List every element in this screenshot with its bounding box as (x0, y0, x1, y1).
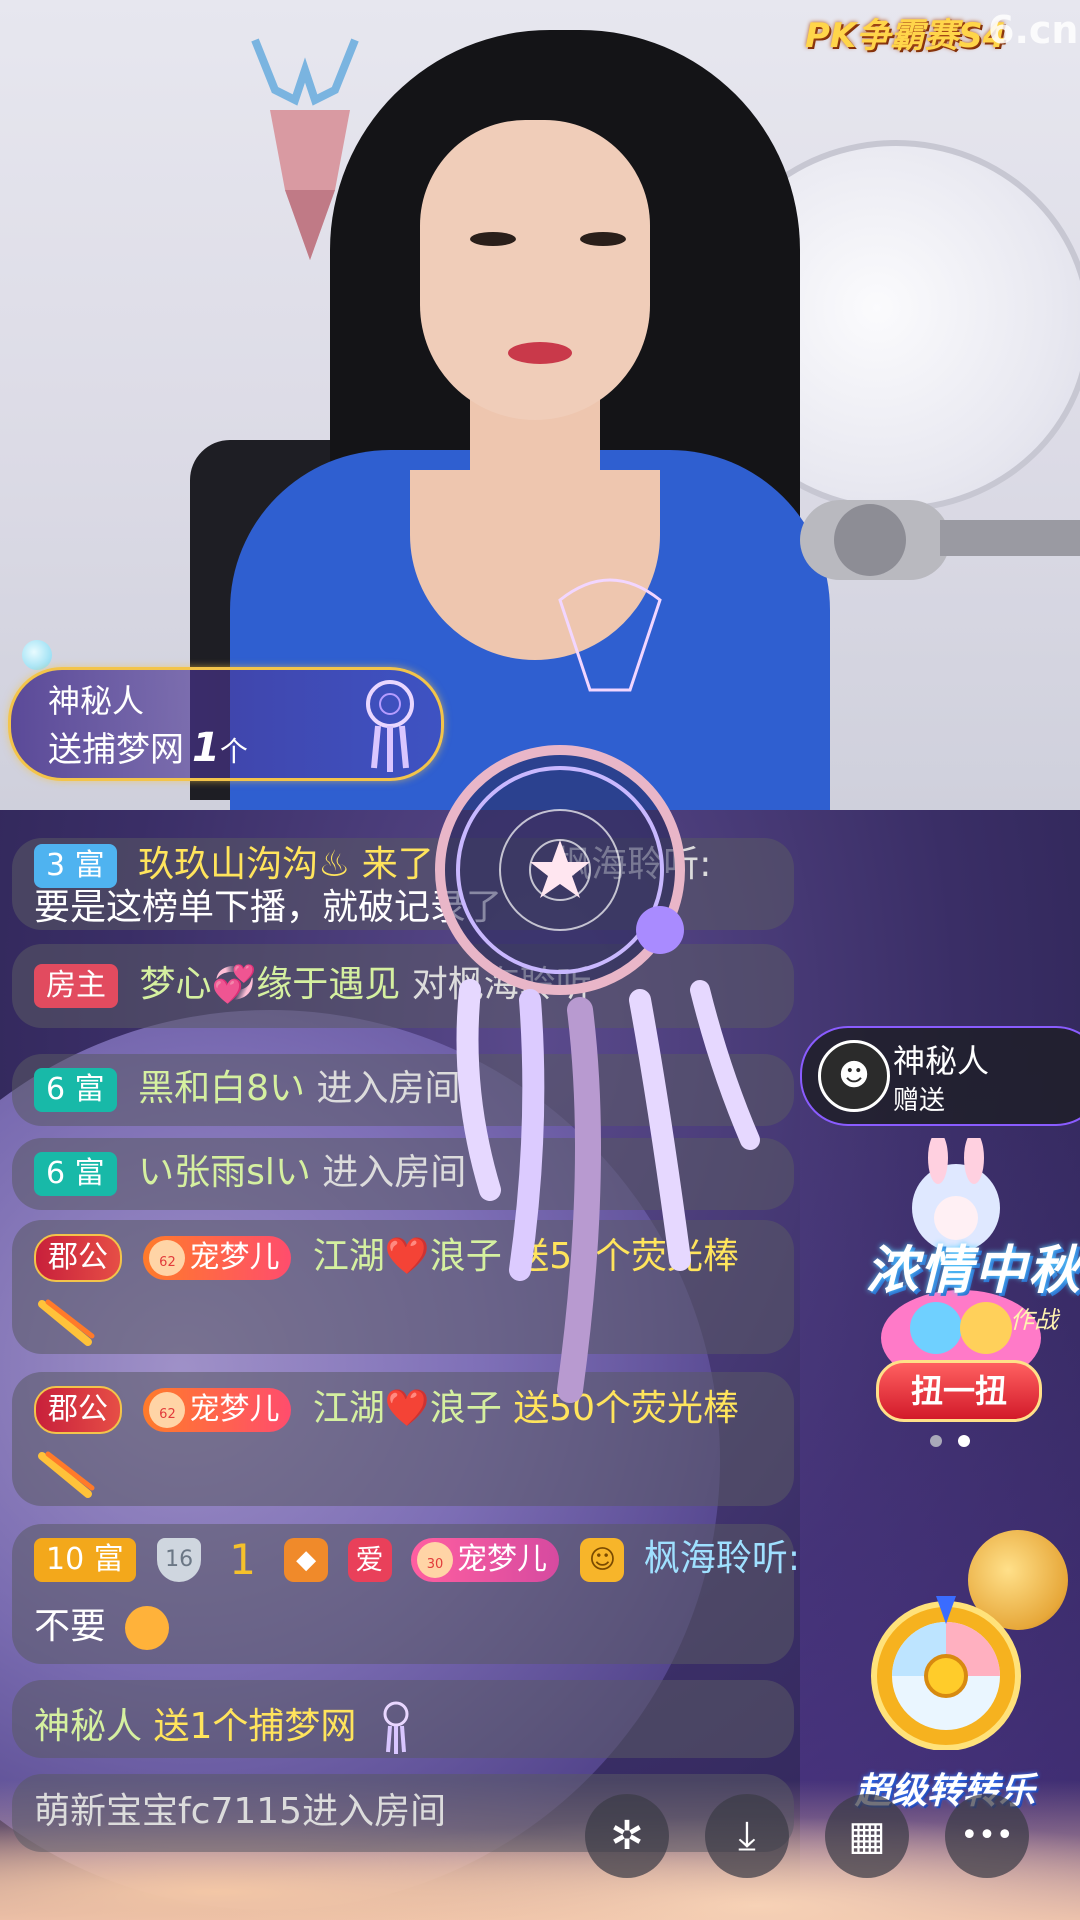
toast-sender: 神秘人 (48, 682, 145, 720)
sparkle-icon[interactable]: ✲ (585, 1794, 669, 1878)
noble-badge: 郡公 (34, 1234, 122, 1282)
gift-notice-action: 赠送 (893, 1086, 946, 1116)
love-badge: 爱 (347, 1538, 392, 1582)
pet-level: 30 (416, 1542, 453, 1578)
toast-unit: 个 (219, 735, 248, 768)
treasure-chest-icon: ◆ (284, 1538, 329, 1582)
pet-badge-label: 宠梦儿 (189, 1240, 280, 1275)
gift-text: 送1个捕梦网 (153, 1706, 357, 1747)
toast-prefix: 送 (48, 730, 82, 770)
dreamcatcher-gift-animation (435, 578, 760, 1403)
message-text: 不要 (34, 1606, 107, 1647)
promo-subtitle: 作战 (1010, 1306, 1058, 1334)
banner-pager[interactable] (922, 1432, 978, 1451)
streamer-face (420, 120, 650, 420)
microphone (800, 500, 1080, 580)
download-icon[interactable]: ⤓ (705, 1794, 789, 1878)
wealth-badge: 6 富 (34, 1068, 117, 1112)
live-room: PK争霸赛S4 6.cn 神秘人 送捕梦网1个 3 富 玖玖山沟沟♨ 来了 枫海… (0, 0, 1080, 1920)
username: 黑和白8い (138, 1068, 305, 1109)
pager-dot[interactable] (930, 1435, 942, 1447)
grid-icon[interactable]: ▦ (825, 1794, 909, 1878)
site-logo: 6.cn (988, 8, 1079, 52)
wealth-badge: 10 富 (34, 1538, 136, 1582)
chat-message: 不要 (34, 1606, 170, 1650)
chat-row-content: 萌新宝宝fc7115进入房间 (34, 1794, 446, 1830)
shield-level-badge: 16 (157, 1538, 202, 1582)
chat-row-content: 神秘人 送1个捕梦网 (34, 1700, 414, 1756)
wealth-badge: 6 富 (34, 1152, 117, 1196)
pet-level: 62 (149, 1240, 186, 1276)
username: 神秘人 (34, 1706, 143, 1747)
chat-row-content: 10 富 16 1 ◆ 爱 30 宠梦儿 ☺ 枫海聆听: (34, 1538, 800, 1582)
pet-badge: 62 宠梦儿 (143, 1388, 292, 1432)
chat-row-content: 6 富 い张雨slい 进入房间 (34, 1152, 466, 1196)
pet-level: 62 (149, 1392, 186, 1428)
pet-badge: 30 宠梦儿 (410, 1538, 559, 1582)
gift-notice-name: 神秘人 (893, 1042, 990, 1080)
toast-gift-name: 捕梦网 (82, 730, 184, 770)
anonymous-avatar-icon[interactable]: ☻ (818, 1040, 890, 1112)
dreamcatcher-icon (383, 1701, 409, 1754)
username: い张雨slい (138, 1152, 311, 1193)
event-logo: PK争霸赛S4 (805, 16, 1007, 56)
star-level-badge: 1 (229, 1535, 256, 1584)
noble-badge: 郡公 (34, 1386, 122, 1434)
chat-row[interactable]: 神秘人 送1个捕梦网 (12, 1680, 794, 1758)
glowstick-icon (38, 1451, 95, 1498)
toast-gift-line: 送捕梦网 1个 (48, 722, 248, 771)
more-icon[interactable]: ••• (945, 1794, 1029, 1878)
streamer-eye-right (580, 232, 626, 246)
toast-orb-icon (22, 640, 52, 670)
username: 枫海聆听: (643, 1538, 801, 1579)
pet-badge: 62 宠梦儿 (143, 1236, 292, 1280)
streamer-eye-left (470, 232, 516, 246)
chat-row[interactable]: 萌新宝宝fc7115进入房间 (12, 1774, 794, 1852)
wealth-badge: 3 富 (34, 844, 117, 888)
twist-button[interactable]: 扭一扭 (876, 1360, 1042, 1422)
user-icon: ☺ (580, 1538, 625, 1582)
pager-dot-active[interactable] (958, 1435, 970, 1447)
host-badge: 房主 (34, 964, 118, 1008)
chat-row[interactable]: 10 富 16 1 ◆ 爱 30 宠梦儿 ☺ 枫海聆听: 不要 (12, 1524, 800, 1664)
pet-badge-label: 宠梦儿 (456, 1542, 547, 1577)
username: 梦心💞缘于遇见 (139, 964, 401, 1005)
streamer-lips (508, 342, 572, 364)
chat-row-content: 6 富 黑和白8い 进入房间 (34, 1068, 460, 1112)
toast-count: 1 (192, 725, 220, 771)
lucky-wheel-icon[interactable] (866, 1590, 1026, 1750)
surprised-emoji-icon (125, 1606, 170, 1650)
join-notice: 玖玖山沟沟♨ 来了 (138, 844, 434, 885)
glowstick-icon (38, 1299, 95, 1346)
pet-badge-label: 宠梦儿 (189, 1392, 280, 1427)
system-text: 萌新宝宝fc7115进入房间 (34, 1791, 447, 1832)
promo-title: 浓情中秋 (866, 1241, 1080, 1301)
dreamcatcher-icon (366, 680, 414, 772)
